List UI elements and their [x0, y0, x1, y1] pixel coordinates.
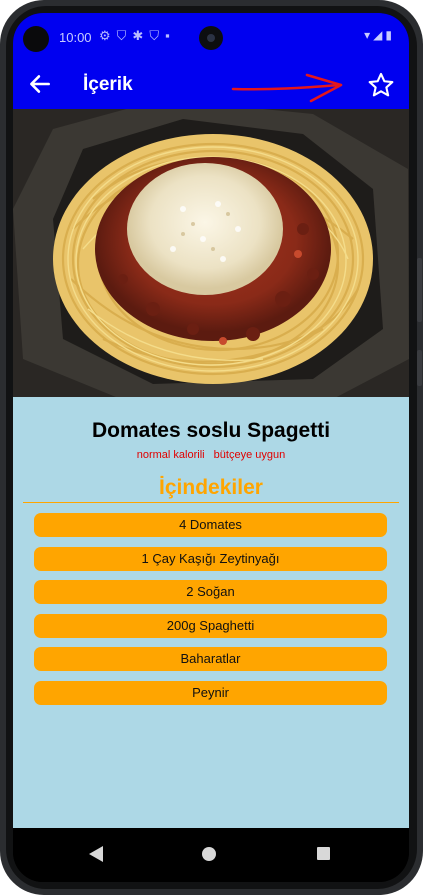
recipe-title: Domates soslu Spagetti — [91, 419, 331, 442]
ingredient-item[interactable]: Peynir — [34, 680, 387, 705]
back-arrow-icon[interactable] — [27, 71, 53, 97]
gear-icon: ⚙ — [99, 28, 117, 43]
annotation-arrow-icon — [231, 73, 343, 103]
camera-cutout — [199, 26, 223, 50]
notification-icons: ⚙⛉✱⛉▪ — [99, 28, 176, 44]
battery-icon: ▮ — [385, 28, 395, 42]
status-time: 10:00 — [59, 30, 92, 45]
power-button — [417, 350, 422, 386]
nav-recents-icon[interactable] — [317, 847, 330, 860]
sim-icon: ▪ — [165, 28, 176, 43]
ingredient-item[interactable]: 1 Çay Kaşığı Zeytinyağı — [34, 546, 387, 571]
spaghetti-photo — [13, 109, 409, 397]
system-nav-bar — [13, 828, 409, 882]
recipe-image — [13, 109, 409, 397]
app-bar: İçerik — [13, 61, 409, 109]
status-right-icons: ▾◢▮ — [364, 28, 395, 42]
phone-frame: 10:00 ⚙⛉✱⛉▪ ▾◢▮ İçerik Domates soslu Spa… — [0, 0, 423, 895]
ingredients-list: 4 Domates 1 Çay Kaşığı Zeytinyağı 2 Soğa… — [34, 513, 387, 715]
ingredients-heading: İçindekiler — [159, 476, 263, 499]
ingredient-item[interactable]: 200g Spaghetti — [34, 613, 387, 638]
settings-icon: ✱ — [132, 28, 150, 43]
ingredient-item[interactable]: 4 Domates — [34, 513, 387, 537]
screen: 10:00 ⚙⛉✱⛉▪ ▾◢▮ İçerik Domates soslu Spa… — [13, 13, 409, 882]
nav-home-icon[interactable] — [202, 847, 216, 861]
front-sensor — [23, 26, 49, 52]
divider — [23, 502, 399, 503]
nav-back-icon[interactable] — [87, 845, 105, 863]
shield-icon: ⛉ — [149, 28, 166, 43]
tag-calorie: normal kalorili — [136, 449, 205, 461]
tag-budget: bütçeye uygun — [213, 449, 286, 461]
ingredient-item[interactable]: Baharatlar — [34, 647, 387, 672]
volume-button — [417, 258, 422, 322]
page-title: İçerik — [83, 74, 133, 95]
recipe-tags: normal kalorili bütçeye uygun — [13, 449, 409, 461]
status-bar: 10:00 ⚙⛉✱⛉▪ ▾◢▮ — [13, 13, 409, 61]
shield-icon: ⛉ — [116, 28, 133, 43]
ingredient-item[interactable]: 2 Soğan — [34, 580, 387, 605]
wifi-icon: ▾ — [364, 28, 374, 42]
signal-icon: ◢ — [373, 28, 386, 42]
recipe-content: Domates soslu Spagetti normal kalorili b… — [13, 397, 409, 828]
favorite-star-icon[interactable] — [367, 71, 395, 99]
